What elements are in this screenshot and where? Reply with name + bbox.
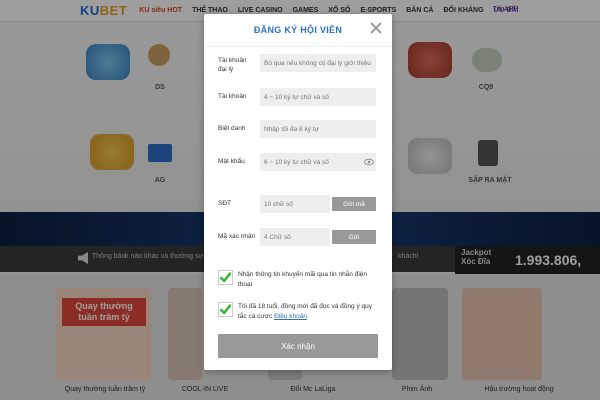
modal-divider	[204, 46, 392, 47]
phone-label: SĐT	[218, 200, 231, 207]
phone-input[interactable]: 10 chữ số	[260, 195, 330, 213]
terms-consent-row: Tôi đã 18 tuổi, đồng mới đã đọc và đồng …	[218, 302, 378, 324]
nickname-input[interactable]: Nhập tối đa 8 ký tự	[260, 120, 376, 138]
close-icon[interactable]	[370, 22, 382, 34]
promo-sms-consent-row: Nhận thông tin khuyến mãi qua tin nhắn đ…	[218, 270, 378, 292]
password-label: Mật khẩu	[218, 158, 245, 165]
promo-sms-checkbox[interactable]	[218, 270, 233, 285]
registration-modal: ĐĂNG KÝ HỘI VIÊN Tài khoản đại lý Bỏ qua…	[204, 14, 392, 370]
modal-title: ĐĂNG KÝ HỘI VIÊN	[253, 25, 343, 35]
promo-sms-text: Nhận thông tin khuyến mãi qua tin nhắn đ…	[238, 271, 368, 288]
captcha-input[interactable]: 4 Chữ số	[260, 228, 330, 246]
terms-checkbox[interactable]	[218, 302, 233, 317]
terms-text: Tôi đã 18 tuổi, đồng mới đã đọc và đồng …	[238, 302, 378, 322]
checkmark-icon	[219, 272, 232, 283]
agent-account-label: Tài khoản đại lý	[218, 57, 247, 73]
confirm-button[interactable]: Xác nhận	[218, 334, 378, 358]
captcha-label: Mã xác nhận	[218, 233, 256, 240]
nickname-label: Biệt danh	[218, 125, 246, 132]
checkmark-icon	[219, 304, 232, 315]
eye-icon[interactable]	[364, 157, 374, 167]
send-code-button[interactable]: Gửi mã	[332, 197, 376, 211]
terms-link[interactable]: Điều khoản	[274, 313, 307, 320]
agent-account-input[interactable]: Bỏ qua nếu không có đại lý giới thiệu	[260, 54, 376, 72]
account-label: Tài khoản	[218, 93, 247, 100]
send-captcha-button[interactable]: Gửi	[332, 230, 376, 244]
account-input[interactable]: 4 ~ 10 ký tự chữ và số	[260, 88, 376, 106]
password-input[interactable]: 6 ~ 10 ký tự chữ và số	[260, 153, 376, 171]
